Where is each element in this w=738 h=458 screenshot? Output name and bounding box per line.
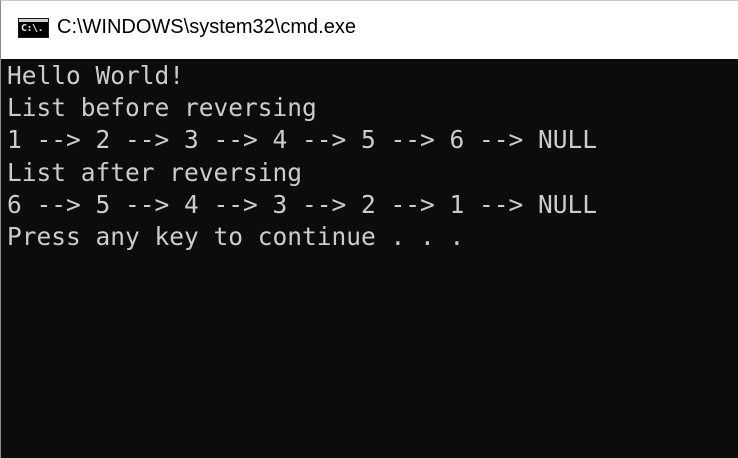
app-icon-label: C:\. — [21, 23, 44, 34]
console-line: 1 --> 2 --> 3 --> 4 --> 5 --> 6 --> NULL — [7, 125, 598, 155]
window-title: C:\WINDOWS\system32\cmd.exe — [57, 16, 356, 38]
console-line: Hello World! — [7, 61, 185, 90]
console-line: List after reversing — [7, 157, 303, 187]
console-output[interactable]: Hello World! List before reversing 1 -->… — [1, 59, 738, 458]
title-bar[interactable]: C:\. C:\WINDOWS\system32\cmd.exe — [1, 1, 738, 58]
console-line: List before reversing — [7, 93, 317, 123]
console-line: 6 --> 5 --> 4 --> 3 --> 2 --> 1 --> NULL — [7, 189, 598, 219]
cmd-window: C:\. C:\WINDOWS\system32\cmd.exe Hello W… — [0, 0, 738, 458]
cmd-console-icon[interactable]: C:\. — [18, 18, 49, 38]
console-line: Press any key to continue . . . — [7, 221, 465, 251]
